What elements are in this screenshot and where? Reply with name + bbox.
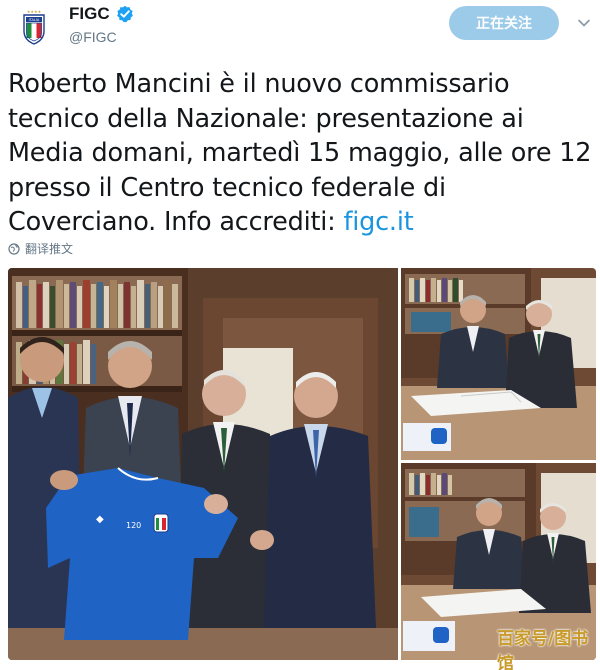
photo-contract-signing-1[interactable] <box>401 268 596 460</box>
watermark-text: 百家号/图书馆 <box>497 629 589 670</box>
svg-text:ITALIA: ITALIA <box>29 18 40 22</box>
figc-crest-icon[interactable]: ITALIA ★★★★ <box>14 7 54 47</box>
translate-label: 翻译推文 <box>25 242 74 256</box>
tweet-media-grid: ◆ 120 <box>8 268 596 660</box>
svg-text:★★★★: ★★★★ <box>27 9 42 14</box>
display-name[interactable]: FIGC <box>69 4 110 24</box>
chevron-down-icon[interactable] <box>577 16 591 30</box>
photo-jersey-presentation[interactable]: ◆ 120 <box>8 268 398 660</box>
translate-tweet[interactable]: 翻译推文 <box>8 240 73 257</box>
svg-text:◆: ◆ <box>96 514 104 525</box>
svg-text:120: 120 <box>126 521 141 530</box>
tweet-body: Roberto Mancini è il nuovo commissario t… <box>8 69 592 237</box>
verified-badge-icon <box>116 5 134 23</box>
tweet-header: ITALIA ★★★★ FIGC @FIGC 正在关注 <box>0 0 600 58</box>
tweet-link[interactable]: figc.it <box>343 207 413 237</box>
account-name-row: FIGC <box>69 4 134 24</box>
globe-icon <box>8 242 20 255</box>
following-button[interactable]: 正在关注 <box>449 6 559 40</box>
account-handle[interactable]: @FIGC <box>69 29 117 45</box>
tweet-text: Roberto Mancini è il nuovo commissario t… <box>8 67 593 240</box>
